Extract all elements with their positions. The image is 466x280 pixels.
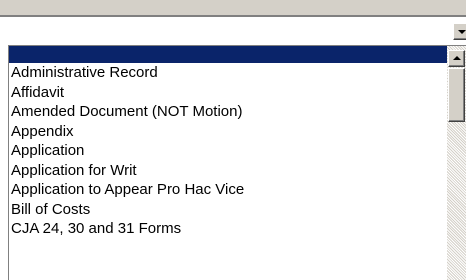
vertical-scrollbar[interactable] [447, 46, 466, 280]
document-type-list[interactable]: Administrative Record Affidavit Amended … [8, 45, 466, 280]
scroll-up-button[interactable] [448, 50, 465, 67]
list-item[interactable]: Appendix [9, 122, 447, 142]
chevron-down-icon [458, 30, 466, 34]
list-item[interactable]: CJA 24, 30 and 31 Forms [9, 219, 447, 239]
scrollbar-thumb[interactable] [448, 68, 465, 122]
dropdown-selected-value[interactable] [8, 21, 448, 43]
list-item[interactable]: Bill of Costs [9, 200, 447, 220]
list-item[interactable]: Affidavit [9, 83, 447, 103]
dropdown-button[interactable] [453, 23, 466, 40]
list-item-selected[interactable] [9, 46, 447, 63]
list-items: Administrative Record Affidavit Amended … [9, 46, 447, 280]
list-item[interactable]: Application [9, 141, 447, 161]
document-type-dropdown[interactable] [8, 21, 466, 43]
top-bar [0, 0, 466, 17]
list-item[interactable]: Application for Writ [9, 161, 447, 181]
list-item[interactable]: Amended Document (NOT Motion) [9, 102, 447, 122]
list-item[interactable]: Application to Appear Pro Hac Vice [9, 180, 447, 200]
list-item[interactable]: Administrative Record [9, 63, 447, 83]
chevron-up-icon [453, 56, 461, 60]
